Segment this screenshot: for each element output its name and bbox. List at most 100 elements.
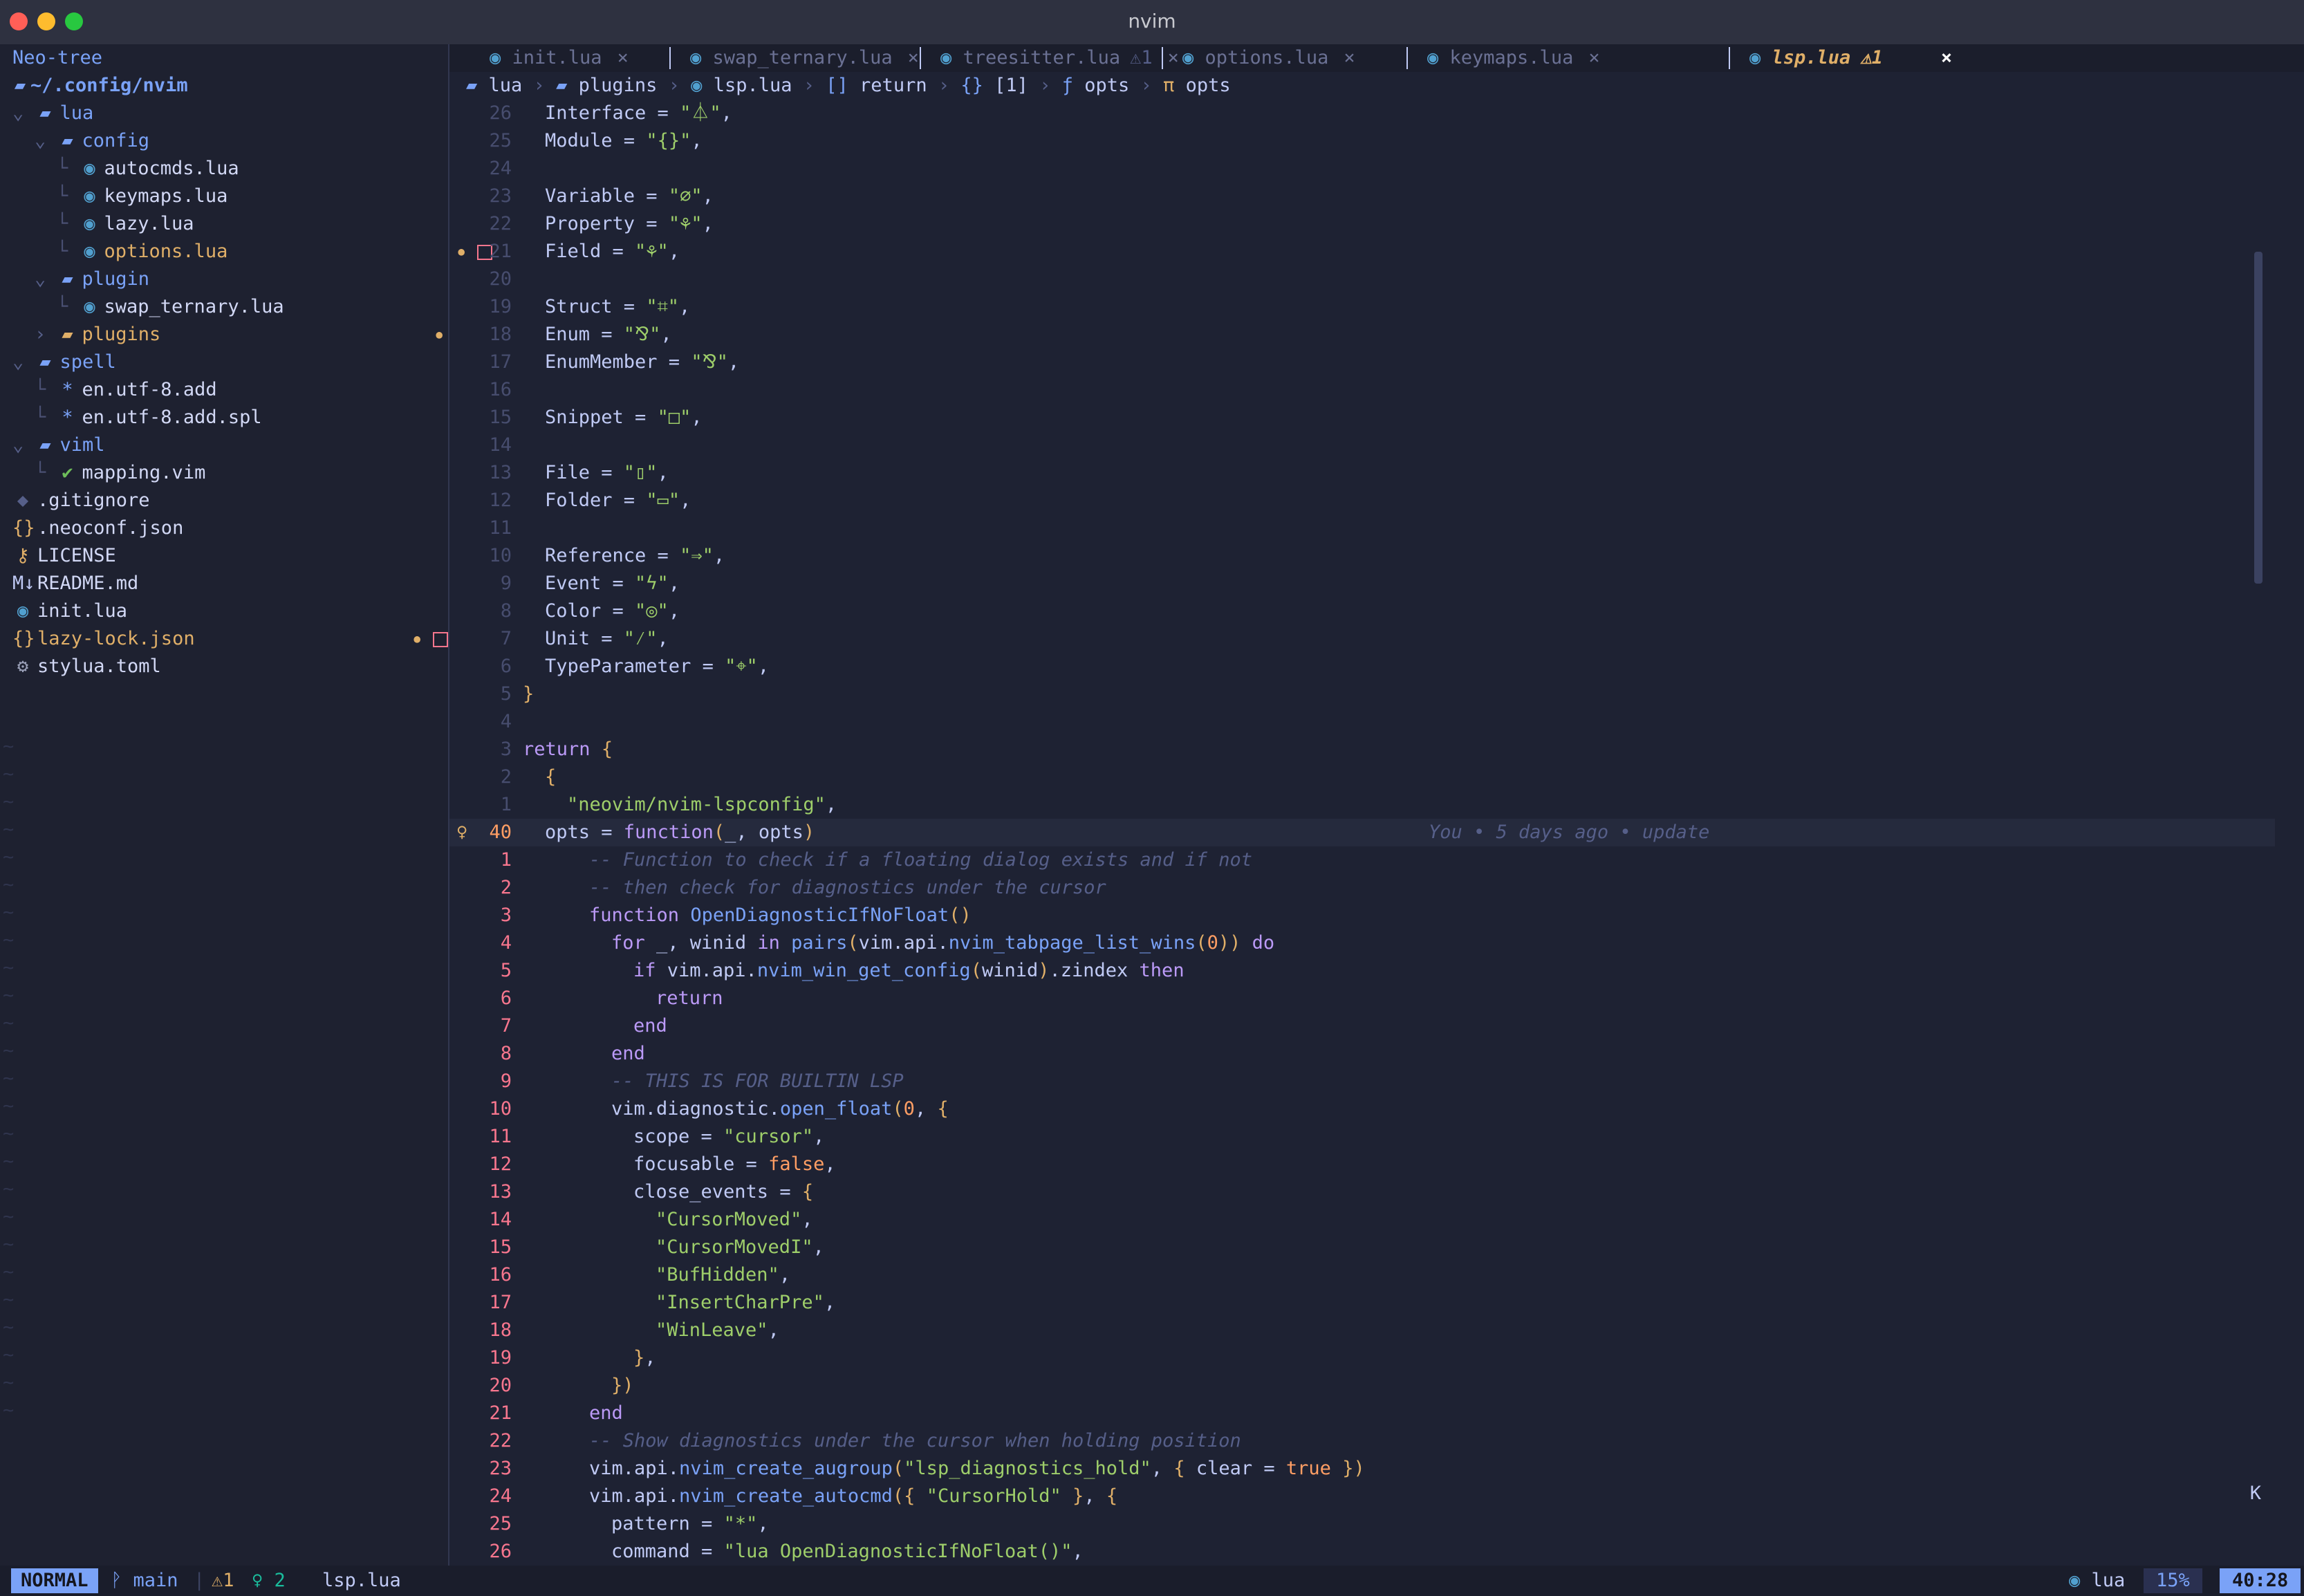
tab-lsp-lua[interactable]: ◉ lsp.lua ⚠1 × bbox=[1749, 44, 1952, 72]
tree-root[interactable]: ▰ ~/.config/nvim bbox=[0, 72, 458, 100]
code-line[interactable]: 11 scope = "cursor", bbox=[449, 1123, 2275, 1151]
code-line[interactable]: 12 Folder = "▭", bbox=[449, 487, 2275, 514]
code-line[interactable]: 10 vim.diagnostic.open_float(0, { bbox=[449, 1095, 2275, 1123]
code-line[interactable]: 9 Event = "ϟ", bbox=[449, 570, 2275, 597]
tab-close-button[interactable]: × bbox=[1941, 47, 1952, 68]
code-line[interactable]: 12 focusable = false, bbox=[449, 1151, 2275, 1178]
code-line[interactable]: 19}, bbox=[449, 1344, 2275, 1372]
tab-swap_ternary-lua[interactable]: ◉ swap_ternary.lua × bbox=[690, 44, 919, 72]
code-line[interactable]: 13 close_events = { bbox=[449, 1178, 2275, 1206]
tree-item[interactable]: ◉ init.lua bbox=[0, 597, 461, 625]
code-line[interactable]: 1 "neovim/nvim-lspconfig", bbox=[449, 791, 2275, 819]
tree-item[interactable]: ⌄ ▰ config bbox=[0, 127, 483, 155]
code-line[interactable]: 21 Field = "⚘", bbox=[449, 238, 2275, 266]
code-line[interactable]: 23 vim.api.nvim_create_augroup("lsp_diagn… bbox=[449, 1455, 2275, 1483]
code-line[interactable]: 17 EnumMember = "⅋", bbox=[449, 349, 2275, 376]
tree-item[interactable]: └ ◉ lazy.lua bbox=[0, 210, 505, 238]
code-line[interactable]: 21 end bbox=[449, 1400, 2275, 1427]
tab-close-button[interactable]: × bbox=[1168, 47, 1179, 68]
code-line[interactable]: 9 -- THIS IS FOR BUILTIN LSP bbox=[449, 1068, 2275, 1095]
code-editor[interactable]: 26 Interface = "⏃", 25 Module = "{}", 24 23 Va… bbox=[449, 100, 2275, 1566]
code-line[interactable]: 15 Snippet = "□", bbox=[449, 404, 2275, 432]
tree-item[interactable]: ⌄ ▰ spell bbox=[0, 349, 461, 376]
code-line[interactable]: 25 pattern = "*", bbox=[449, 1510, 2275, 1538]
code-line[interactable]: 2{ bbox=[449, 763, 2275, 791]
code-line[interactable]: 40 opts = function(_, opts) You • 5 days a… bbox=[449, 819, 2275, 846]
code-line[interactable]: 2 -- then check for diagnostics under the… bbox=[449, 874, 2275, 902]
tab-close-button[interactable]: × bbox=[908, 47, 919, 68]
tree-item[interactable]: ⚙ stylua.toml bbox=[0, 653, 461, 680]
code-line[interactable]: 23 Variable = "⌀", bbox=[449, 183, 2275, 210]
code-action-lightbulb-icon[interactable]: ♀ bbox=[456, 819, 467, 846]
code-line[interactable]: 26 Interface = "⏃", bbox=[449, 100, 2275, 127]
code-line[interactable]: 22 Property = "⚘", bbox=[449, 210, 2275, 238]
warning-count[interactable]: ⚠1 bbox=[212, 1566, 234, 1596]
code-line[interactable]: 3 function OpenDiagnosticIfNoFloat() bbox=[449, 902, 2275, 929]
code-line[interactable]: 20}) bbox=[449, 1372, 2275, 1400]
code-line[interactable]: 6 TypeParameter = "⌖", bbox=[449, 653, 2275, 680]
code-line[interactable]: 4 bbox=[449, 708, 2275, 736]
code-line[interactable]: 14 "CursorMoved", bbox=[449, 1206, 2275, 1234]
code-line[interactable]: 16 bbox=[449, 376, 2275, 404]
code-line[interactable]: 20 bbox=[449, 266, 2275, 293]
breadcrumb-segment[interactable]: {} [1] bbox=[960, 75, 1028, 96]
code-line[interactable]: 4 for _, winid in pairs(vim.api.nvim_tabp… bbox=[449, 929, 2275, 957]
breadcrumb-segment[interactable]: ▰ plugins bbox=[556, 75, 657, 96]
tree-item[interactable]: └ ◉ autocmds.lua bbox=[0, 155, 505, 183]
code-line[interactable]: 5 if vim.api.nvim_win_get_config(winid).z… bbox=[449, 957, 2275, 985]
code-line[interactable]: 24 bbox=[449, 155, 2275, 183]
breadcrumb-segment[interactable]: ▰ lua bbox=[466, 75, 522, 96]
chevron-down-icon[interactable]: ⌄ bbox=[35, 130, 57, 151]
code-line[interactable]: 19 Struct = "⌗", bbox=[449, 293, 2275, 321]
tree-item[interactable]: M↓ README.md bbox=[0, 570, 461, 597]
tree-item[interactable]: ⌄ ▰ plugin bbox=[0, 266, 483, 293]
code-line[interactable]: 16 "BufHidden", bbox=[449, 1261, 2275, 1289]
chevron-down-icon[interactable]: ⌄ bbox=[35, 268, 57, 290]
tree-item[interactable]: └ * en.utf-8.add.spl bbox=[0, 404, 483, 432]
tree-item[interactable]: ◆ .gitignore bbox=[0, 487, 461, 514]
tree-item[interactable]: ⚷ LICENSE bbox=[0, 542, 461, 570]
code-line[interactable]: 18 "WinLeave", bbox=[449, 1317, 2275, 1344]
code-line[interactable]: 25 Module = "{}", bbox=[449, 127, 2275, 155]
tab-close-button[interactable]: × bbox=[617, 47, 629, 68]
tree-item[interactable]: › ▰ plugins ● bbox=[0, 321, 483, 349]
hint-count[interactable]: ♀ 2 bbox=[252, 1566, 286, 1596]
tab-keymaps-lua[interactable]: ◉ keymaps.lua × bbox=[1427, 44, 1600, 72]
tree-item[interactable]: {} .neoconf.json bbox=[0, 514, 461, 542]
code-line[interactable]: 7 Unit = "⁄", bbox=[449, 625, 2275, 653]
code-line[interactable]: 3 return { bbox=[449, 736, 2275, 763]
tree-item[interactable]: └ ✔ mapping.vim bbox=[0, 459, 483, 487]
code-line[interactable]: 10 Reference = "⇒", bbox=[449, 542, 2275, 570]
code-line[interactable]: 26 command = "lua OpenDiagnosticIfNoFloat… bbox=[449, 1538, 2275, 1566]
tree-item[interactable]: {} lazy-lock.json ● bbox=[0, 625, 461, 653]
tab-init-lua[interactable]: ◉ init.lua × bbox=[490, 44, 629, 72]
code-line[interactable]: 22 -- Show diagnostics under the cursor w… bbox=[449, 1427, 2275, 1455]
editor-scrollbar[interactable] bbox=[2254, 252, 2263, 584]
code-line[interactable]: 13 File = "▯", bbox=[449, 459, 2275, 487]
code-line[interactable]: 1 -- Function to check if a floating dial… bbox=[449, 846, 2275, 874]
code-line[interactable]: 11 bbox=[449, 514, 2275, 542]
breadcrumb-segment[interactable]: [] return bbox=[826, 75, 927, 96]
tree-item[interactable]: ⌄ ▰ viml bbox=[0, 432, 461, 459]
breadcrumb-segment[interactable]: ◉ lsp.lua bbox=[691, 75, 792, 96]
chevron-down-icon[interactable]: ⌄ bbox=[12, 102, 35, 124]
tab-close-button[interactable]: × bbox=[1588, 47, 1599, 68]
tree-item[interactable]: └ ◉ options.lua ● bbox=[0, 238, 505, 266]
chevron-down-icon[interactable]: ⌄ bbox=[12, 434, 35, 456]
tree-item[interactable]: └ ◉ swap_ternary.lua bbox=[0, 293, 505, 321]
code-line[interactable]: 5} bbox=[449, 680, 2275, 708]
breadcrumb-segment[interactable]: ƒ opts bbox=[1062, 75, 1130, 96]
code-line[interactable]: 14 bbox=[449, 432, 2275, 459]
code-line[interactable]: 17 "InsertCharPre", bbox=[449, 1289, 2275, 1317]
breadcrumb-segment[interactable]: π opts bbox=[1163, 75, 1231, 96]
code-line[interactable]: 8 end bbox=[449, 1040, 2275, 1068]
code-line[interactable]: 7 end bbox=[449, 1012, 2275, 1040]
tab-treesitter-lua[interactable]: ◉ treesitter.lua ⚠1 × bbox=[940, 44, 1179, 72]
tree-item[interactable]: └ ◉ keymaps.lua bbox=[0, 183, 505, 210]
tab-close-button[interactable]: × bbox=[1344, 47, 1355, 68]
code-line[interactable]: 6 return bbox=[449, 985, 2275, 1012]
code-line[interactable]: 8 Color = "◎", bbox=[449, 597, 2275, 625]
chevron-right-icon[interactable]: › bbox=[35, 324, 57, 345]
tab-options-lua[interactable]: ◉ options.lua × bbox=[1182, 44, 1355, 72]
chevron-down-icon[interactable]: ⌄ bbox=[12, 351, 35, 373]
